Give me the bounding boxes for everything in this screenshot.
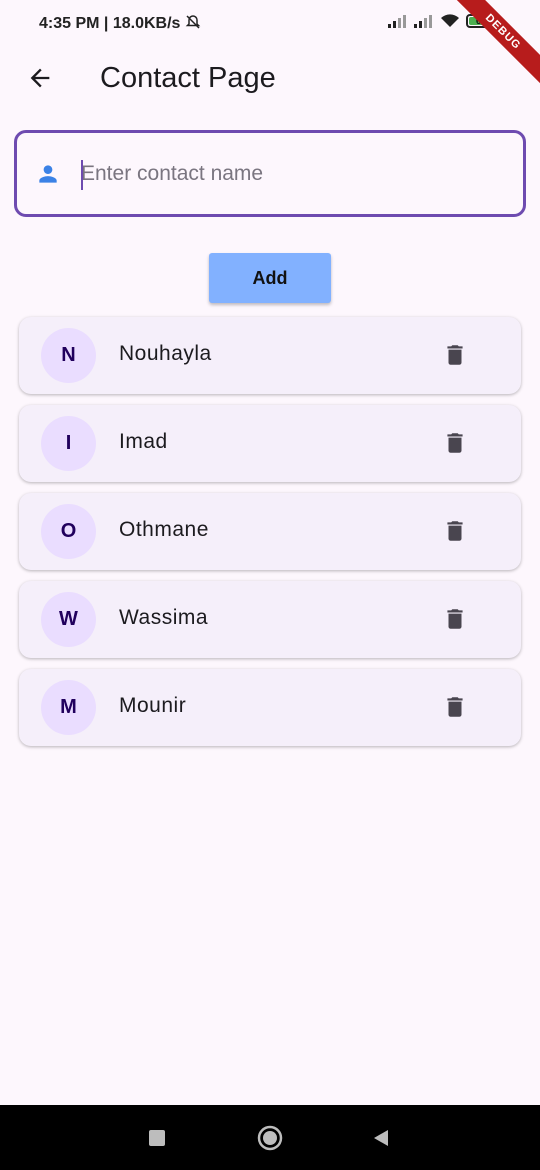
system-nav-bar (0, 1105, 540, 1170)
trash-icon (447, 697, 463, 717)
contact-name-field[interactable] (14, 130, 526, 217)
alarm-off-icon (185, 15, 201, 29)
system-back-button[interactable] (366, 1123, 396, 1153)
contact-card[interactable]: I Imad (19, 405, 521, 482)
avatar: O (41, 504, 96, 559)
status-time: 4:35 PM | 18.0KB/s (39, 14, 201, 33)
signal-icon (388, 15, 406, 28)
network-speed: 18.0KB/s (112, 15, 181, 32)
delete-button[interactable] (439, 427, 471, 459)
back-triangle-icon (374, 1130, 388, 1146)
avatar: W (41, 592, 96, 647)
text-caret (81, 160, 83, 190)
trash-icon (447, 609, 463, 629)
contact-list: N Nouhayla I Imad O Othmane W Wassima M … (19, 317, 521, 757)
contact-name: Imad (119, 430, 168, 453)
avatar: M (41, 680, 96, 735)
delete-button[interactable] (439, 339, 471, 371)
avatar: I (41, 416, 96, 471)
person-icon (39, 165, 57, 183)
trash-icon (447, 521, 463, 541)
delete-button[interactable] (439, 691, 471, 723)
contact-card[interactable]: O Othmane (19, 493, 521, 570)
arrow-back-icon (30, 68, 50, 88)
recents-square-icon (149, 1130, 165, 1146)
home-circle-icon (257, 1125, 283, 1151)
contact-name: Mounir (119, 694, 187, 717)
contact-card[interactable]: N Nouhayla (19, 317, 521, 394)
contact-card[interactable]: W Wassima (19, 581, 521, 658)
home-button[interactable] (255, 1123, 285, 1153)
app-bar: Contact Page (0, 50, 540, 106)
back-button[interactable] (22, 60, 58, 96)
contact-name: Wassima (119, 606, 209, 629)
contact-name: Othmane (119, 518, 209, 541)
page-title: Contact Page (100, 62, 276, 94)
contact-name-input[interactable] (81, 157, 501, 191)
trash-icon (447, 345, 463, 365)
add-button[interactable]: Add (209, 253, 331, 303)
contact-name: Nouhayla (119, 342, 212, 365)
delete-button[interactable] (439, 603, 471, 635)
avatar: N (41, 328, 96, 383)
delete-button[interactable] (439, 515, 471, 547)
trash-icon (447, 433, 463, 453)
contact-card[interactable]: M Mounir (19, 669, 521, 746)
recents-button[interactable] (142, 1123, 172, 1153)
clock-text: 4:35 PM (39, 15, 100, 32)
